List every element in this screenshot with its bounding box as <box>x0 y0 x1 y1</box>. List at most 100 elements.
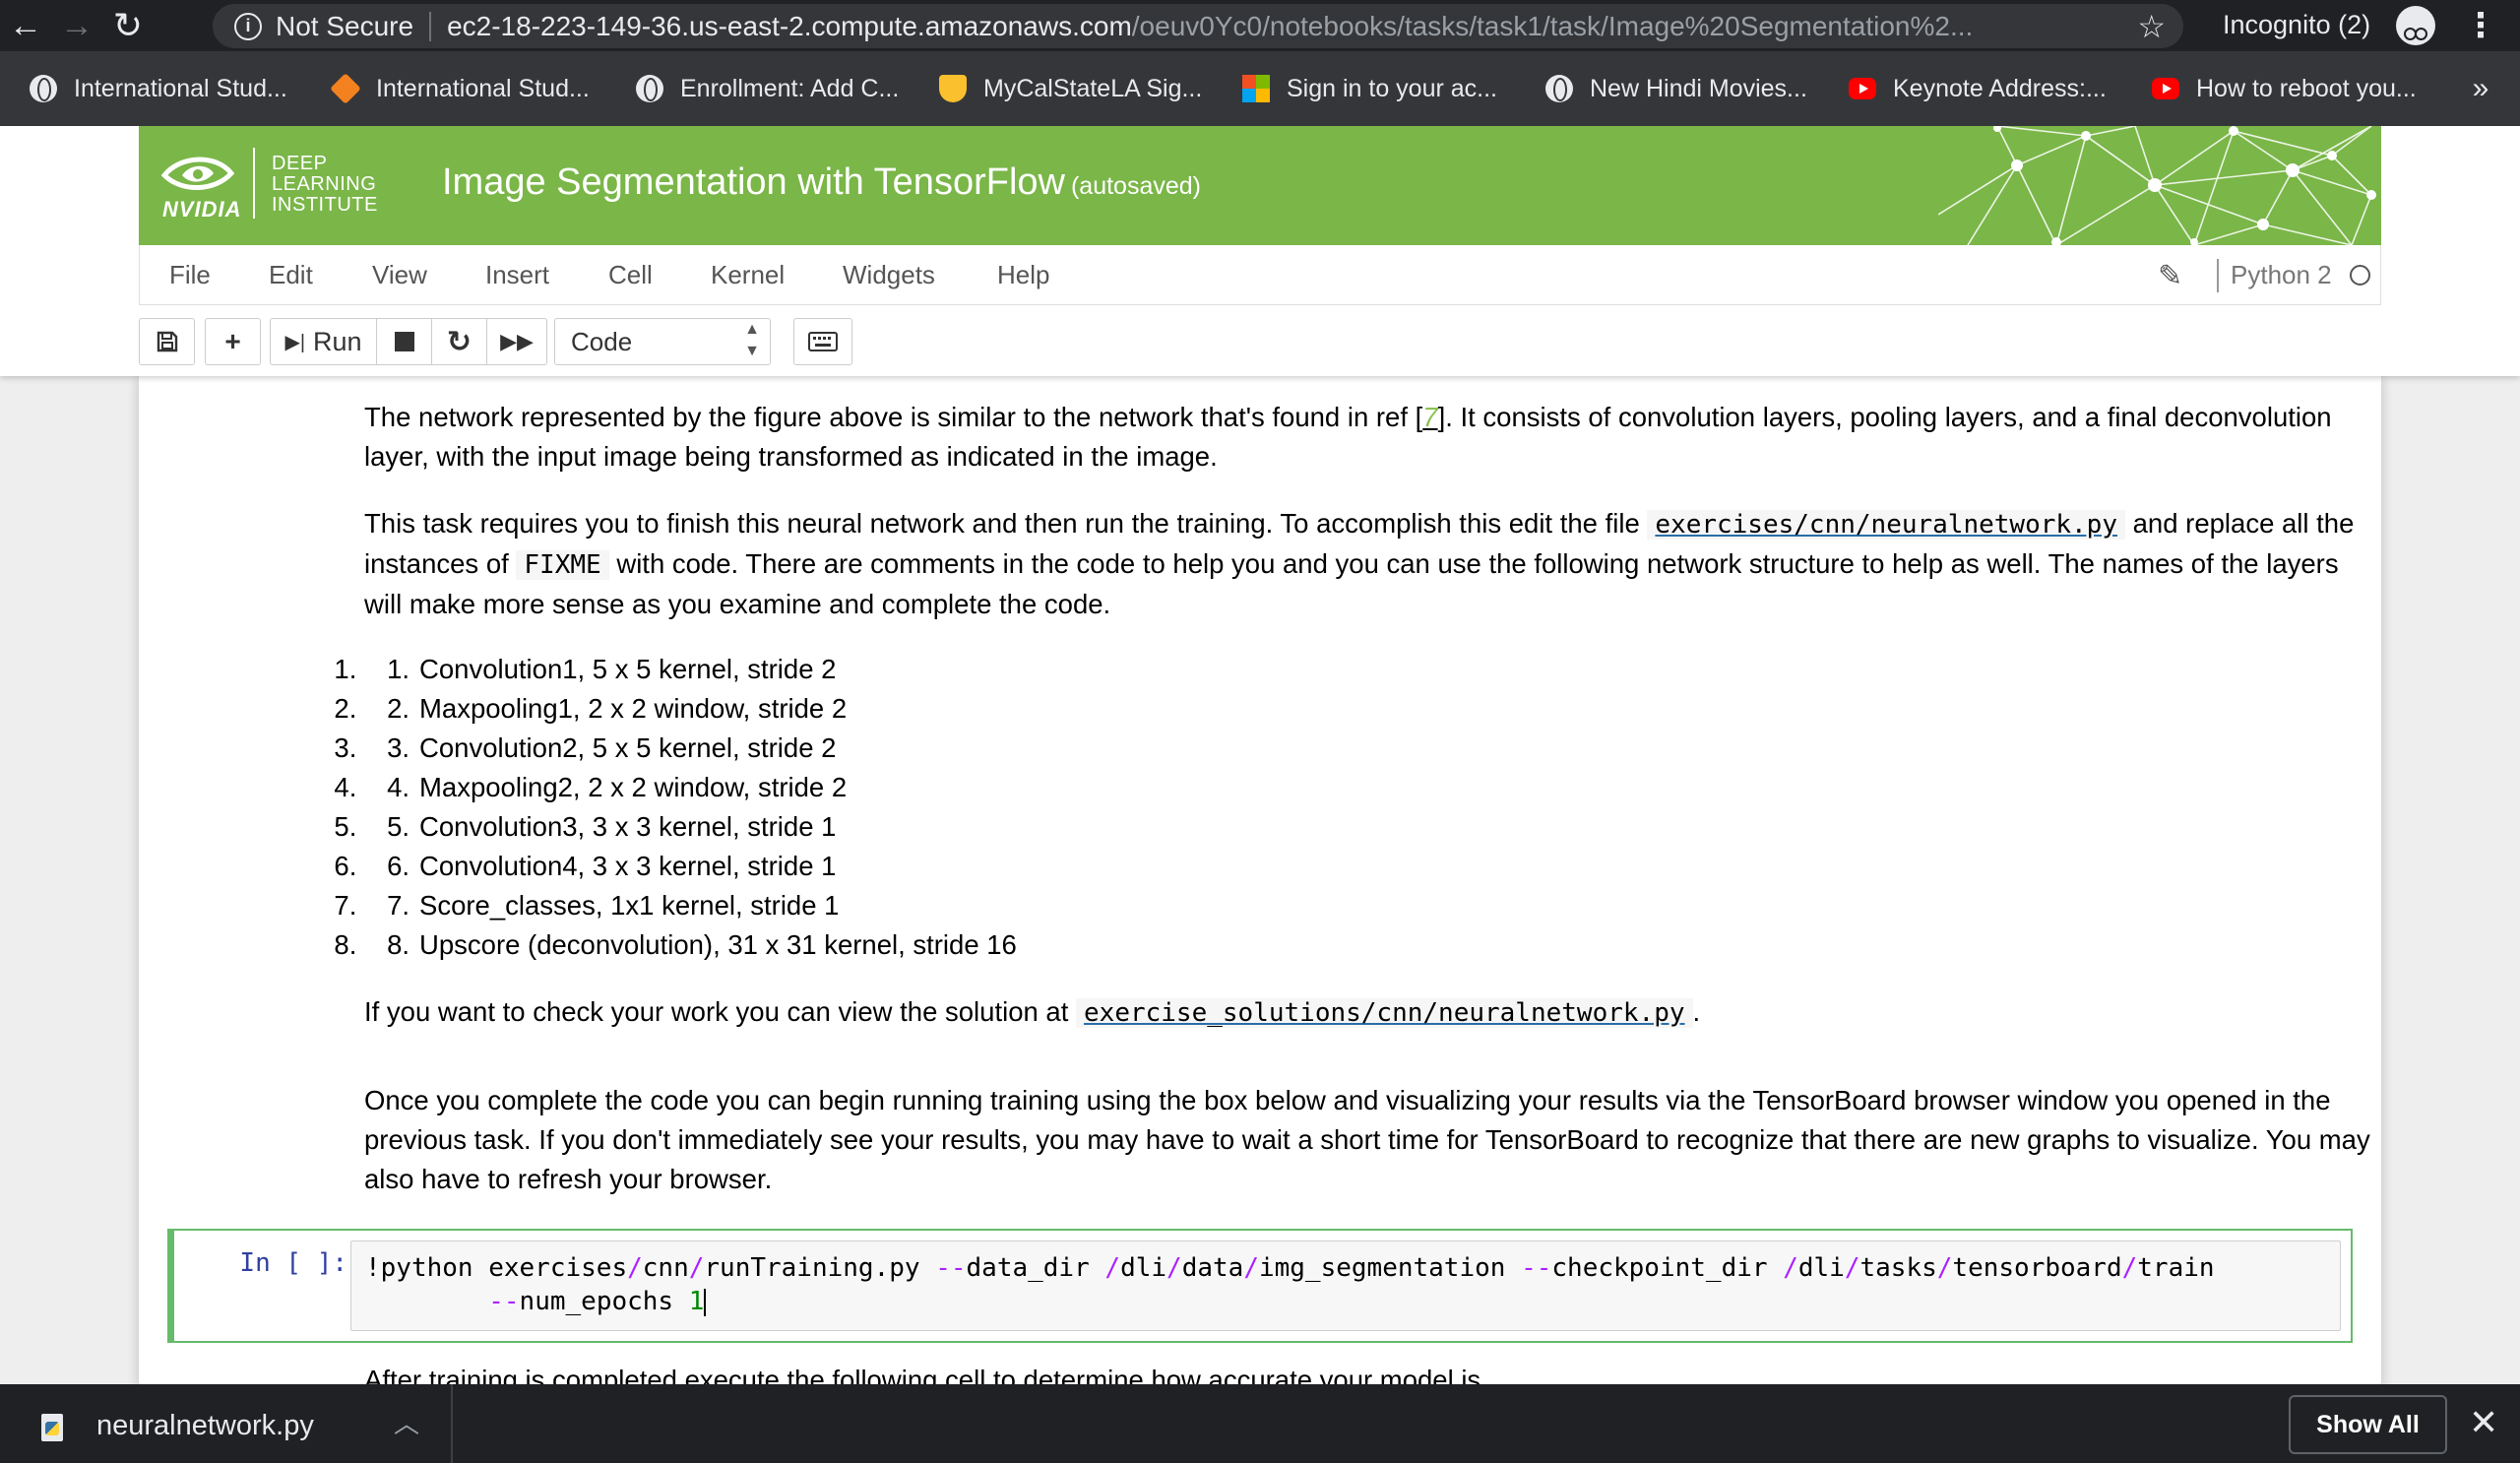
close-icon[interactable]: ✕ <box>2469 1402 2498 1443</box>
bookmark-label: Keynote Address:... <box>1893 74 2107 102</box>
browser-menu-icon[interactable]: ⋮ <box>2461 6 2500 45</box>
bookmark-item[interactable]: New Hindi Movies... <box>1545 51 1807 126</box>
layer-list: 1.Convolution1, 5 x 5 kernel, stride 2 2… <box>364 650 2372 965</box>
notebook-title[interactable]: Image Segmentation with TensorFlow (autos… <box>442 161 1201 204</box>
code-operator: -- <box>1521 1253 1552 1283</box>
code-operator: / <box>1243 1253 1259 1283</box>
globe-icon <box>636 75 663 102</box>
restart-run-all-button[interactable]: ▶▶ <box>487 319 546 364</box>
stop-icon <box>394 332 414 351</box>
download-item[interactable]: neuralnetwork.py ︿ <box>0 1384 453 1463</box>
menu-file[interactable]: File <box>169 245 211 304</box>
code-token: tasks <box>1859 1253 1937 1283</box>
bookmark-item[interactable]: International Stud... <box>30 51 287 126</box>
menu-view[interactable]: View <box>372 245 427 304</box>
omnibox-divider <box>429 11 432 41</box>
menu-cell[interactable]: Cell <box>608 245 653 304</box>
restart-button[interactable]: ↻ <box>432 319 487 364</box>
menu-insert[interactable]: Insert <box>485 245 549 304</box>
list-item-text: Convolution1, 5 x 5 kernel, stride 2 <box>419 654 837 684</box>
run-button[interactable]: ▶| Run <box>271 319 377 364</box>
bookmark-item[interactable]: MyCalStateLA Sig... <box>939 51 1202 126</box>
url-host: ec2-18-223-149-36.us-east-2.compute.amaz… <box>447 10 1132 41</box>
bookmark-item[interactable]: Sign in to your ac... <box>1242 51 1497 126</box>
bookmark-item[interactable]: International Stud... <box>330 51 590 126</box>
download-filename: neuralnetwork.py <box>96 1410 314 1441</box>
code-token: data_dir <box>966 1253 1105 1283</box>
security-label: Not Secure <box>276 10 414 41</box>
run-controls: ▶| Run ↻ ▶▶ <box>270 318 547 365</box>
code-token: img_segmentation <box>1258 1253 1522 1283</box>
list-item: 4.Maxpooling2, 2 x 2 window, stride 2 <box>364 768 2372 807</box>
info-icon[interactable]: i <box>234 12 262 40</box>
bookmark-star-icon[interactable]: ☆ <box>2137 8 2166 45</box>
bookmarks-bar: International Stud... International Stud… <box>0 51 2520 126</box>
globe-icon <box>30 75 57 102</box>
solution-file-link[interactable]: exercise_solutions/cnn/neuralnetwork.py <box>1084 998 1684 1028</box>
list-item-text: Convolution2, 5 x 5 kernel, stride 2 <box>419 732 837 763</box>
code-editor[interactable]: !python exercises/cnn/runTraining.py --d… <box>350 1240 2341 1331</box>
exercise-file-link[interactable]: exercises/cnn/neuralnetwork.py <box>1655 510 2117 540</box>
dli-line: DEEP <box>272 153 328 174</box>
text-run: This task requires you to finish this ne… <box>364 508 1648 539</box>
browser-toolbar: ← → ↻ i Not Secure ec2-18-223-149-36.us-… <box>0 0 2520 51</box>
bookmark-item[interactable]: Enrollment: Add C... <box>636 51 899 126</box>
save-button[interactable] <box>139 318 195 365</box>
markdown-paragraph: Once you complete the code you can begin… <box>364 1085 2370 1194</box>
text-run: . <box>1692 996 1701 1027</box>
chevron-up-icon[interactable]: ︿ <box>394 1404 419 1440</box>
address-bar[interactable]: i Not Secure ec2-18-223-149-36.us-east-2… <box>213 4 2183 48</box>
bookmark-item[interactable]: How to reboot you... <box>2152 51 2417 126</box>
kernel-idle-indicator-icon <box>2350 265 2370 286</box>
dli-line: LEARNING <box>272 173 377 195</box>
more-bookmarks-icon[interactable]: » <box>2461 51 2500 126</box>
jupyter-header: NVIDIA DEEP LEARNING INSTITUTE Image Seg… <box>0 126 2520 376</box>
bookmark-label: MyCalStateLA Sig... <box>983 74 1203 102</box>
menu-help[interactable]: Help <box>997 245 1049 304</box>
fixme-code: FIXME <box>516 550 609 580</box>
notebook-banner: NVIDIA DEEP LEARNING INSTITUTE Image Seg… <box>139 126 2381 245</box>
list-item: 7.Score_classes, 1x1 kernel, stride 1 <box>364 886 2372 925</box>
cell-type-select[interactable]: Code ▲ ▼ <box>554 318 771 365</box>
insert-cell-button[interactable]: + <box>205 318 261 365</box>
code-operator: / <box>627 1253 643 1283</box>
menu-edit[interactable]: Edit <box>269 245 313 304</box>
bookmark-item[interactable]: Keynote Address:... <box>1849 51 2107 126</box>
kernel-name[interactable]: Python 2 <box>2231 245 2332 304</box>
bookmark-label: How to reboot you... <box>2196 74 2417 102</box>
incognito-label[interactable]: Incognito (2) <box>2223 10 2370 40</box>
list-item: 3.Convolution2, 5 x 5 kernel, stride 2 <box>364 729 2372 768</box>
back-icon[interactable]: ← <box>0 0 51 51</box>
reload-icon[interactable]: ↻ <box>102 0 154 51</box>
autosave-status: (autosaved) <box>1070 172 1201 200</box>
url-path: /oeuv0Yc0/notebooks/tasks/task1/task/Ima… <box>1131 10 1974 41</box>
reference-link[interactable]: 7 <box>1422 402 1437 432</box>
menu-widgets[interactable]: Widgets <box>843 245 935 304</box>
bookmark-label: Enrollment: Add C... <box>680 74 900 102</box>
list-item-text: Maxpooling1, 2 x 2 window, stride 2 <box>419 693 848 724</box>
logo-divider <box>253 148 255 219</box>
code-number: 1 <box>688 1287 705 1316</box>
menu-kernel[interactable]: Kernel <box>711 245 785 304</box>
incognito-icon[interactable] <box>2396 6 2435 45</box>
edit-mode-pencil-icon: ✎ <box>2158 260 2183 292</box>
code-cell[interactable]: In [ ]: !python exercises/cnn/runTrainin… <box>167 1229 2353 1343</box>
show-all-button[interactable]: Show All <box>2289 1395 2447 1454</box>
code-operator: / <box>1783 1253 1798 1283</box>
bookmark-label: New Hindi Movies... <box>1590 74 1807 102</box>
text-run: The network represented by the figure ab… <box>364 402 1423 432</box>
notebook-title-text[interactable]: Image Segmentation with TensorFlow <box>442 161 1065 203</box>
code-token: tensorboard <box>1952 1253 2122 1283</box>
youtube-icon <box>2152 78 2179 99</box>
command-palette-button[interactable] <box>793 318 852 365</box>
text-cursor <box>704 1288 707 1316</box>
save-icon <box>157 331 177 352</box>
download-shelf: neuralnetwork.py ︿ Show All ✕ <box>0 1384 2520 1463</box>
jupyter-page: NVIDIA DEEP LEARNING INSTITUTE Image Seg… <box>0 126 2520 1384</box>
restart-icon: ↻ <box>446 325 472 358</box>
forward-icon[interactable]: → <box>51 0 102 51</box>
text-run: with code. There are comments in the cod… <box>364 548 2339 619</box>
kernel-divider <box>2217 259 2219 292</box>
interrupt-button[interactable] <box>377 319 432 364</box>
